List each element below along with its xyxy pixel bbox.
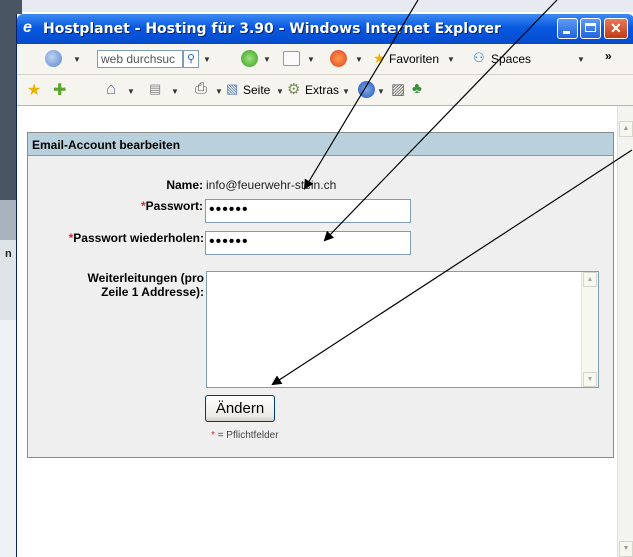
chevron-down-icon[interactable]: ▼ <box>171 87 179 96</box>
required-note: * = Pflichtfelder <box>211 430 279 441</box>
messenger-icon[interactable] <box>330 50 347 67</box>
edit-email-account-panel: Email-Account bearbeiten Name: info@feue… <box>27 132 614 458</box>
password-repeat-label: *Passwort wiederholen: <box>34 231 204 245</box>
toolbar-overflow[interactable]: » <box>605 49 612 63</box>
search-toolbar: ▼ web durchsuc ⚲ ▼ ▼ ▼ ▼ ★ Favoriten ▼ ⚇… <box>17 44 633 75</box>
favorites-star-icon[interactable]: ★ <box>27 80 41 100</box>
favorites-star-icon[interactable]: ★ <box>373 50 386 67</box>
maximize-button[interactable] <box>580 18 601 39</box>
chevron-down-icon[interactable]: ▼ <box>377 87 385 96</box>
chevron-down-icon[interactable]: ▼ <box>447 55 455 64</box>
submit-button[interactable]: Ändern <box>205 395 275 422</box>
panel-title: Email-Account bearbeiten <box>32 138 181 152</box>
name-label: Name: <box>166 178 203 192</box>
home-icon[interactable]: ⌂ <box>106 79 116 99</box>
spaces-icon[interactable]: ⚇ <box>473 50 485 66</box>
forwarding-label-line2: Zeile 1 Addresse): <box>101 285 204 299</box>
forwarding-label-line1: Weiterleitungen (pro <box>87 271 204 285</box>
chevron-down-icon[interactable]: ▼ <box>355 55 363 64</box>
browser-window: e Hostplanet - Hosting für 3.90 - Window… <box>16 14 633 557</box>
password-label-text: Passwort: <box>145 199 203 213</box>
panel-header: Email-Account bearbeiten <box>28 133 613 156</box>
forwarding-textarea[interactable]: ▲ ▼ <box>206 271 599 388</box>
chevron-down-icon[interactable]: ▼ <box>73 55 81 64</box>
page-menu[interactable]: Seite <box>243 83 270 97</box>
spaces-button[interactable]: Spaces <box>491 52 531 66</box>
search-input[interactable]: web durchsuc <box>97 50 183 68</box>
add-icon[interactable] <box>241 50 258 67</box>
required-mark: * <box>211 430 215 441</box>
window-title: Hostplanet - Hosting für 3.90 - Windows … <box>43 21 501 37</box>
back-icon[interactable] <box>45 50 62 67</box>
minimize-button[interactable] <box>557 18 578 39</box>
password-repeat-label-text: Passwort wiederholen: <box>73 231 204 245</box>
chevron-down-icon[interactable]: ▼ <box>307 55 315 64</box>
extras-gear-icon[interactable]: ⚙ <box>287 80 300 98</box>
mail-icon[interactable] <box>283 51 300 66</box>
required-note-text: = Pflichtfelder <box>217 430 279 441</box>
desktop-top-strip <box>0 0 633 12</box>
scroll-down-icon[interactable]: ▼ <box>583 372 597 387</box>
chevron-down-icon[interactable]: ▼ <box>203 55 211 64</box>
feeds-icon[interactable]: ▤ <box>149 81 161 97</box>
extras-menu[interactable]: Extras <box>305 83 339 97</box>
research-icon[interactable]: ▨ <box>391 80 405 98</box>
background-text: n <box>5 248 12 260</box>
chevron-down-icon[interactable]: ▼ <box>127 87 135 96</box>
close-button[interactable] <box>604 18 628 39</box>
chevron-down-icon[interactable]: ▼ <box>215 87 223 96</box>
textarea-scrollbar[interactable]: ▲ ▼ <box>581 272 598 387</box>
password-field[interactable]: •••••• <box>205 199 411 223</box>
help-icon[interactable] <box>358 81 375 98</box>
chevron-down-icon[interactable]: ▼ <box>342 87 350 96</box>
search-go-icon[interactable]: ⚲ <box>183 50 199 68</box>
ie-logo-icon: e <box>23 19 32 36</box>
page-scrollbar[interactable]: ▲ ▼ <box>617 106 633 557</box>
scroll-up-icon[interactable]: ▲ <box>583 272 597 287</box>
scroll-down-icon[interactable]: ▼ <box>619 541 633 557</box>
name-value: info@feuerwehr-stein.ch <box>206 178 337 192</box>
password-repeat-field[interactable]: •••••• <box>205 231 411 255</box>
chevron-down-icon[interactable]: ▼ <box>577 55 585 64</box>
chevron-down-icon[interactable]: ▼ <box>263 55 271 64</box>
forwarding-label: Weiterleitungen (pro Zeile 1 Addresse): <box>48 271 204 299</box>
messenger-icon[interactable]: ♣ <box>412 80 422 97</box>
favorites-button[interactable]: Favoriten <box>389 52 439 66</box>
chevron-down-icon[interactable]: ▼ <box>276 87 284 96</box>
command-bar: ★ ✚ ⌂ ▼ ▤ ▼ ⎙ ▼ ▧ Seite ▼ ⚙ Extras ▼ ▼ ▨… <box>17 75 633 106</box>
page-content: Email-Account bearbeiten Name: info@feue… <box>17 106 617 557</box>
page-icon[interactable]: ▧ <box>226 81 238 97</box>
scroll-up-icon[interactable]: ▲ <box>619 121 633 137</box>
title-bar[interactable]: e Hostplanet - Hosting für 3.90 - Window… <box>17 14 633 44</box>
password-label: *Passwort: <box>108 199 203 213</box>
add-favorites-icon[interactable]: ✚ <box>53 80 66 100</box>
print-icon[interactable]: ⎙ <box>195 80 207 97</box>
